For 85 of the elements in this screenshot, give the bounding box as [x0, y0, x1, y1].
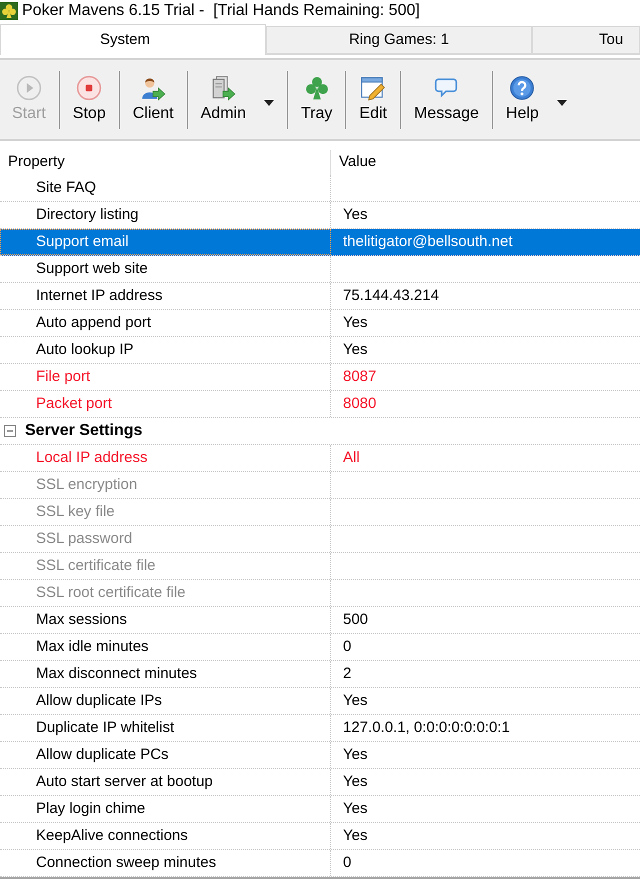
- property-value: Yes: [343, 312, 368, 333]
- property-name: Connection sweep minutes: [36, 852, 216, 873]
- toolbar-button[interactable]: Message: [404, 64, 489, 136]
- property-name: File port: [36, 366, 90, 387]
- property-name: Site FAQ: [36, 178, 96, 198]
- property-name: Internet IP address: [36, 286, 162, 306]
- property-row[interactable]: Max idle minutes 0: [0, 634, 640, 661]
- property-value: thelitigator@bellsouth.net: [343, 232, 512, 252]
- property-name: Auto lookup IP: [36, 340, 134, 360]
- app-logo-icon: [0, 2, 18, 20]
- property-row[interactable]: KeepAlive connections Yes: [0, 823, 640, 850]
- property-name: SSL root certificate file: [36, 582, 186, 603]
- property-name: Directory listing: [36, 204, 139, 225]
- property-row[interactable]: File port 8087: [0, 364, 640, 391]
- caret-icon: [556, 100, 567, 106]
- collapse-icon[interactable]: [4, 425, 16, 437]
- property-row[interactable]: Directory listing Yes: [0, 202, 640, 229]
- property-name: Allow duplicate PCs: [36, 744, 169, 765]
- property-value: 2: [343, 664, 352, 684]
- property-value: 500: [343, 610, 368, 630]
- property-value: 0: [343, 852, 352, 873]
- property-value: Yes: [343, 826, 368, 846]
- property-row[interactable]: Support web site: [0, 256, 640, 283]
- property-row[interactable]: Auto lookup IP Yes: [0, 337, 640, 364]
- tab[interactable]: Tou: [532, 26, 640, 54]
- property-name: Support web site: [36, 258, 148, 279]
- property-name: SSL certificate file: [36, 556, 156, 576]
- property-name: Auto start server at bootup: [36, 772, 213, 792]
- property-row[interactable]: Play login chime Yes: [0, 796, 640, 823]
- toolbar-button[interactable]: Admin: [190, 64, 284, 136]
- property-row[interactable]: Support email thelitigator@bellsouth.net: [0, 229, 640, 256]
- property-value: 0: [343, 636, 352, 657]
- property-name: SSL encryption: [36, 474, 138, 495]
- property-value: Yes: [343, 798, 368, 819]
- property-value: Yes: [343, 690, 368, 711]
- property-row[interactable]: Connection sweep minutes 0: [0, 850, 640, 877]
- property-row[interactable]: Max disconnect minutes 2: [0, 661, 640, 688]
- property-value: 75.144.43.214: [343, 286, 439, 306]
- property-row[interactable]: Duplicate IP whitelist 127.0.0.1, 0:0:0:0:0:0:0:1: [0, 715, 640, 742]
- property-value: Yes: [343, 772, 368, 792]
- toolbar-button[interactable]: Stop: [62, 64, 116, 136]
- tab[interactable]: Ring Games: 1: [266, 26, 532, 54]
- toolbar-button[interactable]: Edit: [349, 64, 397, 136]
- stop-icon: [76, 75, 102, 101]
- tab[interactable]: System: [0, 24, 266, 55]
- property-name: Packet port: [36, 394, 112, 414]
- property-value: 8087: [343, 366, 376, 387]
- property-row[interactable]: Packet port 8080: [0, 391, 640, 418]
- property-name: SSL key file: [36, 502, 115, 522]
- property-value: All: [343, 448, 360, 468]
- category-title: Server Settings: [25, 421, 142, 441]
- property-row[interactable]: Max sessions 500: [0, 607, 640, 634]
- property-value: Yes: [343, 204, 368, 225]
- property-name: Auto append port: [36, 312, 152, 333]
- window-title: Poker Mavens 6.15 Trial - [Trial Hands Remaining: 500]: [22, 1, 420, 21]
- toolbar-button[interactable]: Tray: [290, 64, 342, 136]
- property-name: KeepAlive connections: [36, 826, 188, 846]
- toolbar-button[interactable]: Client: [122, 64, 184, 136]
- property-value: Yes: [343, 340, 368, 360]
- property-row[interactable]: Auto start server at bootup Yes: [0, 769, 640, 796]
- document-arrow-icon: [210, 75, 236, 101]
- property-name: Duplicate IP whitelist: [36, 718, 174, 738]
- property-name: SSL password: [36, 528, 132, 549]
- caret-icon: [264, 100, 274, 106]
- property-name: Support email: [36, 232, 129, 252]
- club-icon: [304, 75, 330, 101]
- edit-icon: [360, 75, 386, 101]
- property-row[interactable]: Site FAQ: [0, 175, 640, 202]
- toolbar-button[interactable]: Help: [496, 64, 577, 136]
- property-name: Local IP address: [36, 448, 148, 468]
- property-value: 127.0.0.1, 0:0:0:0:0:0:0:1: [343, 718, 510, 738]
- property-name: Max sessions: [36, 610, 127, 630]
- help-icon: [509, 75, 536, 101]
- property-row[interactable]: Local IP address All: [0, 445, 640, 472]
- property-name: Max disconnect minutes: [36, 664, 197, 684]
- property-row[interactable]: Allow duplicate IPs Yes: [0, 688, 640, 715]
- property-name: Play login chime: [36, 798, 146, 819]
- property-row[interactable]: Allow duplicate PCs Yes: [0, 742, 640, 769]
- property-name: Allow duplicate IPs: [36, 690, 162, 711]
- property-value: Yes: [343, 744, 368, 765]
- play-icon: [16, 75, 42, 101]
- property-row[interactable]: Internet IP address 75.144.43.214: [0, 283, 640, 310]
- property-value: 8080: [343, 394, 376, 414]
- property-row[interactable]: Auto append port Yes: [0, 310, 640, 337]
- property-name: Max idle minutes: [36, 636, 149, 657]
